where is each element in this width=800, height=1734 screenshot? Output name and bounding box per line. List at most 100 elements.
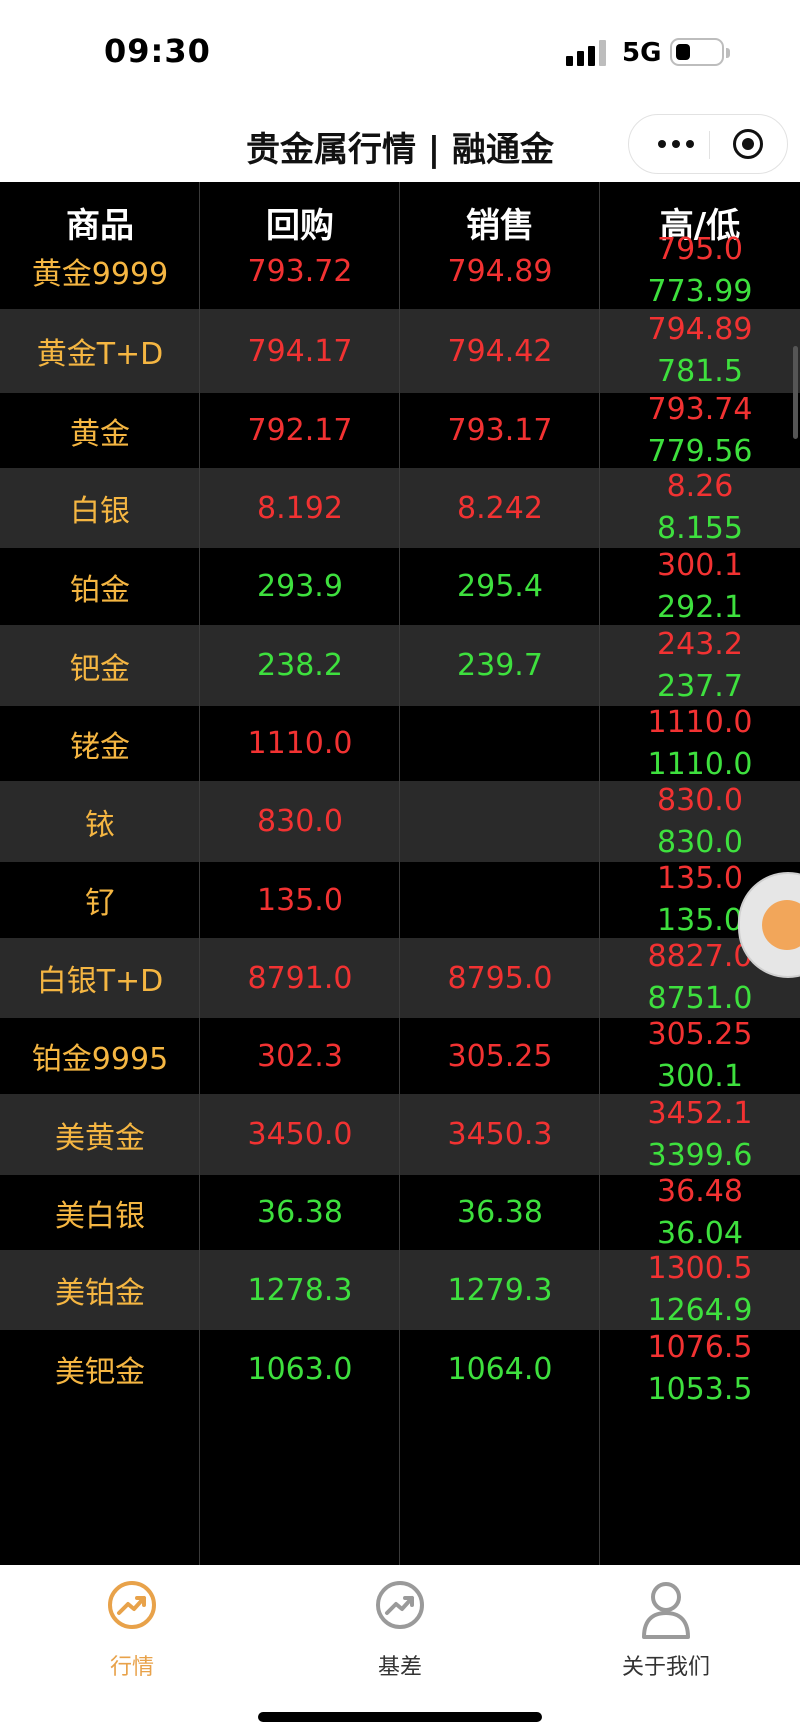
high-low-cell: 300.1 292.1 — [600, 548, 800, 625]
mini-program-capsule — [628, 114, 788, 174]
high-price: 135.0 — [657, 861, 743, 896]
sell-price: 1064.0 — [447, 1351, 553, 1387]
high-low-cell: 830.0 830.0 — [600, 781, 800, 862]
table-row[interactable]: 铑金 1110.0 1110.0 1110.0 — [0, 705, 800, 782]
tab-basis[interactable]: 基差 — [320, 1579, 480, 1680]
buyback-price: 238.2 — [257, 648, 343, 683]
column-divider — [399, 182, 400, 1565]
tab-market[interactable]: 行情 — [52, 1579, 212, 1680]
high-price: 8.26 — [666, 469, 734, 504]
buyback-price: 794.17 — [247, 333, 353, 369]
table-row[interactable]: 黄金9999 793.72 794.89 795.0 773.99 — [0, 232, 800, 309]
trend-chart-icon — [376, 1581, 424, 1629]
column-divider — [599, 182, 600, 1565]
table-row[interactable]: 白银T+D 8791.0 8795.0 8827.0 8751.0 — [0, 938, 800, 1018]
signal-icon — [566, 40, 610, 66]
product-name: 黄金T+D — [36, 337, 164, 372]
buyback-price: 1278.3 — [247, 1272, 353, 1308]
table-row[interactable]: 黄金T+D 794.17 794.42 794.89 781.5 — [0, 309, 800, 393]
high-price: 1076.5 — [647, 1330, 753, 1365]
buyback-price: 293.9 — [257, 569, 343, 604]
product-name: 美钯金 — [55, 1355, 145, 1390]
product-name: 美铂金 — [55, 1276, 145, 1311]
table-row[interactable]: 铱 830.0 830.0 830.0 — [0, 781, 800, 862]
sell-price: 305.25 — [447, 1038, 553, 1074]
high-price: 243.2 — [657, 626, 743, 662]
buyback-price: 793.72 — [247, 253, 353, 289]
table-row[interactable]: 黄金 792.17 793.17 793.74 779.56 — [0, 392, 800, 469]
sell-price: 794.42 — [447, 333, 553, 369]
high-price: 3452.1 — [647, 1095, 753, 1131]
network-type: 5G — [622, 38, 662, 68]
target-close-icon[interactable] — [733, 129, 763, 159]
product-name: 白银T+D — [36, 964, 164, 999]
battery-icon — [670, 38, 730, 66]
buyback-price: 8.192 — [257, 490, 343, 526]
floating-icon — [762, 900, 800, 950]
low-price: 781.5 — [657, 354, 743, 389]
tab-bar: 行情 基差 关于我们 — [0, 1565, 800, 1734]
high-low-cell: 243.2 237.7 — [600, 625, 800, 706]
tab-about[interactable]: 关于我们 — [586, 1579, 746, 1680]
table-row[interactable]: 铂金9995 302.3 305.25 305.25 300.1 — [0, 1017, 800, 1094]
product-name: 美白银 — [55, 1198, 145, 1234]
product-name: 铂金9995 — [31, 1042, 169, 1077]
high-price: 8827.0 — [647, 939, 753, 974]
product-name: 铑金 — [70, 729, 130, 765]
buyback-price: 1110.0 — [247, 726, 353, 761]
product-name: 美黄金 — [55, 1120, 145, 1156]
product-name: 钌 — [85, 886, 115, 921]
high-price: 300.1 — [657, 547, 743, 583]
product-name: 铱 — [85, 807, 115, 843]
low-price: 1053.5 — [647, 1372, 753, 1407]
table-row[interactable]: 钌 135.0 135.0 135.0 — [0, 861, 800, 938]
sell-price: 1279.3 — [447, 1272, 553, 1308]
high-low-cell: 794.89 781.5 — [600, 309, 800, 393]
tab-label: 行情 — [109, 1655, 154, 1680]
more-dots-icon[interactable] — [651, 115, 701, 173]
status-time: 09:30 — [104, 32, 211, 70]
high-price: 1110.0 — [647, 704, 753, 740]
high-low-cell: 8.26 8.155 — [600, 468, 800, 548]
sell-price — [400, 706, 600, 781]
sell-price — [400, 781, 600, 862]
buyback-price: 135.0 — [257, 882, 343, 918]
price-table: 商品 回购 销售 高/低 黄金9999 793.72 794.89 795.0 773.… — [0, 182, 800, 1565]
user-icon — [642, 1582, 690, 1639]
sell-price: 36.38 — [457, 1195, 543, 1230]
product-name: 铂金 — [70, 572, 130, 608]
table-row[interactable]: 美白银 36.38 36.38 36.48 36.04 — [0, 1174, 800, 1251]
trend-chart-icon — [108, 1581, 156, 1629]
home-indicator — [258, 1712, 542, 1722]
table-row[interactable]: 美黄金 3450.0 3450.3 3452.1 3399.6 — [0, 1094, 800, 1175]
capsule-divider — [709, 131, 710, 159]
high-price: 794.89 — [647, 312, 753, 347]
high-price: 795.0 — [657, 232, 743, 267]
high-low-cell: 1110.0 1110.0 — [600, 705, 800, 782]
high-price: 830.0 — [657, 782, 743, 818]
sell-price — [400, 862, 600, 938]
buyback-price: 830.0 — [257, 804, 343, 839]
high-low-cell: 1300.5 1264.9 — [600, 1250, 800, 1330]
status-bar: 09:30 5G — [0, 0, 800, 104]
high-price: 36.48 — [657, 1173, 743, 1209]
buyback-price: 36.38 — [257, 1195, 343, 1230]
table-row[interactable]: 钯金 238.2 239.7 243.2 237.7 — [0, 625, 800, 706]
scrollbar[interactable] — [793, 346, 798, 439]
high-low-cell: 795.0 773.99 — [600, 232, 800, 309]
high-low-cell: 793.74 779.56 — [600, 392, 800, 469]
high-price: 305.25 — [647, 1017, 753, 1052]
low-price: 773.99 — [647, 274, 753, 309]
sell-price: 3450.3 — [447, 1117, 553, 1152]
low-price: 292.1 — [657, 589, 743, 625]
table-row[interactable]: 铂金 293.9 295.4 300.1 292.1 — [0, 548, 800, 625]
product-name: 白银 — [70, 494, 130, 529]
product-name: 钯金 — [70, 651, 130, 687]
high-low-cell: 3452.1 3399.6 — [600, 1094, 800, 1175]
buyback-price: 302.3 — [257, 1038, 343, 1074]
product-name: 黄金9999 — [31, 257, 169, 292]
table-row[interactable]: 白银 8.192 8.242 8.26 8.155 — [0, 468, 800, 548]
high-price: 1300.5 — [647, 1251, 753, 1286]
table-row[interactable]: 美铂金 1278.3 1279.3 1300.5 1264.9 — [0, 1250, 800, 1330]
table-row[interactable]: 美钯金 1063.0 1064.0 1076.5 1053.5 — [0, 1330, 800, 1408]
